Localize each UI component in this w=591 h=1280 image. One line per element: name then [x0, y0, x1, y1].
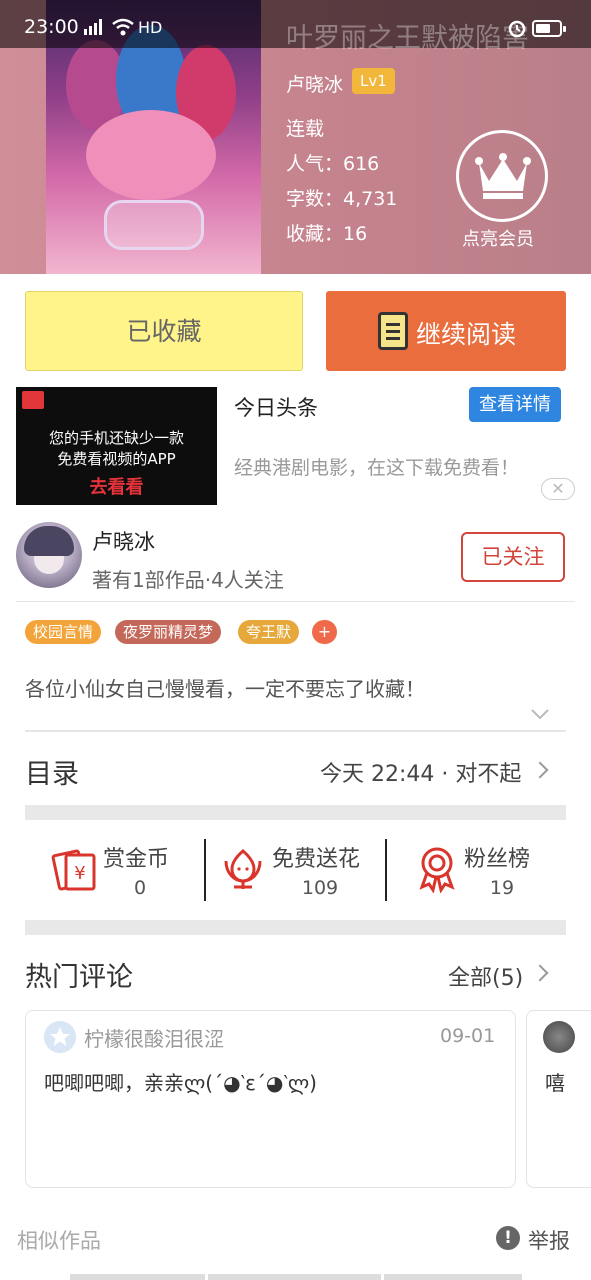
add-tag-button[interactable]: +	[312, 620, 337, 644]
stat-flower-label[interactable]: 免费送花	[272, 841, 360, 873]
wifi-icon	[112, 18, 134, 36]
divider	[385, 839, 387, 901]
ad-detail-button[interactable]: 查看详情	[469, 387, 561, 422]
hot-comments-title: 热门评论	[25, 962, 133, 993]
comment-username[interactable]: 柠檬很酸泪很涩	[84, 1023, 224, 1052]
book-title: 叶罗丽之王默被陷害	[286, 23, 529, 54]
vip-label[interactable]: 点亮会员	[462, 225, 534, 251]
book-word-count: 字数：4,731	[286, 188, 398, 210]
comment-date: 09-01	[440, 1025, 496, 1047]
comment-card[interactable]: 柠檬很酸泪很涩 09-01 吧唧吧唧，亲亲ლ(´◕‵ε´◕‵ლ)	[25, 1010, 516, 1188]
ad-image-cta: 去看看	[89, 477, 144, 498]
all-comments-link[interactable]: 全部(5)	[448, 960, 523, 992]
continue-reading-label: 继续阅读	[416, 320, 517, 349]
similar-work-thumb[interactable]	[70, 1274, 205, 1280]
crown-icon	[475, 153, 531, 199]
red-envelope-icon[interactable]: ¥	[50, 843, 100, 893]
book-detail-page: 23:00 HD 叶罗丽之王默被陷害 卢晓冰 Lv1 连载 人气：616 字数：…	[0, 0, 591, 1280]
divider	[25, 730, 566, 732]
author-meta: 著有1部作品·4人关注	[92, 568, 284, 592]
medal-icon[interactable]	[412, 843, 462, 893]
ad-image-line2: 免费看视频的APP	[57, 450, 176, 468]
tag-yeluoli[interactable]: 夜罗丽精灵梦	[115, 620, 222, 644]
comment-avatar	[543, 1021, 575, 1053]
stat-reward-value: 0	[133, 877, 147, 899]
author-name[interactable]: 卢晓冰	[92, 526, 155, 556]
star-avatar-icon	[44, 1021, 76, 1053]
ad-description[interactable]: 经典港剧电影，在这下载免费看！	[234, 453, 519, 480]
vip-crown-button[interactable]	[456, 130, 548, 222]
divider	[16, 601, 575, 602]
divider	[204, 839, 206, 901]
follow-button[interactable]: 已关注	[461, 532, 565, 582]
book-popularity: 人气：616	[286, 153, 380, 175]
book-description: 各位小仙女自己慢慢看，一定不要忘了收藏！	[25, 677, 425, 701]
author-level-badge: Lv1	[352, 68, 395, 94]
tag-wangmo[interactable]: 夸王默	[238, 620, 300, 644]
ad-image[interactable]: 您的手机还缺少一款 免费看视频的APP 去看看	[16, 387, 217, 505]
stat-fans-value: 19	[489, 877, 515, 899]
status-hd: HD	[138, 18, 163, 37]
similar-work-thumb[interactable]	[384, 1274, 522, 1280]
toutiao-logo-icon	[22, 391, 44, 409]
book-status: 连载	[286, 118, 325, 140]
chevron-right-icon[interactable]	[531, 761, 549, 779]
ad-title[interactable]: 今日头条	[234, 392, 318, 422]
catalog-title[interactable]: 目录	[25, 752, 79, 791]
similar-work-thumb[interactable]	[208, 1274, 381, 1280]
report-button[interactable]: 举报	[528, 1225, 570, 1255]
comment-text: 吧唧吧唧，亲亲ლ(´◕‵ε´◕‵ლ)	[44, 1071, 317, 1095]
stat-flower-value: 109	[301, 877, 339, 899]
author-avatar[interactable]	[16, 522, 82, 588]
book-favorites: 收藏：16	[286, 223, 368, 245]
comment-card[interactable]: 嘻	[526, 1010, 591, 1188]
catalog-latest-chapter[interactable]: 今天 22:44 · 对不起	[320, 756, 521, 788]
ad-image-line1: 您的手机还缺少一款	[48, 429, 184, 447]
stat-fans-label[interactable]: 粉丝榜	[464, 841, 530, 873]
comment-text: 嘻	[545, 1071, 565, 1095]
book-header: 23:00 HD 叶罗丽之王默被陷害 卢晓冰 Lv1 连载 人气：616 字数：…	[0, 0, 591, 274]
chevron-down-icon[interactable]	[530, 704, 550, 724]
section-separator	[25, 805, 566, 820]
signal-icon	[84, 19, 102, 35]
flower-icon[interactable]	[218, 843, 268, 893]
collected-button[interactable]: 已收藏	[25, 291, 303, 371]
book-author[interactable]: 卢晓冰	[286, 70, 343, 97]
svg-text:¥: ¥	[74, 863, 85, 884]
stat-reward-label[interactable]: 赏金币	[103, 841, 169, 873]
chevron-right-icon[interactable]	[531, 964, 549, 982]
continue-reading-button[interactable]: 继续阅读	[326, 291, 566, 371]
report-icon[interactable]: !	[496, 1226, 520, 1250]
status-time: 23:00	[24, 16, 79, 38]
similar-works-label: 相似作品	[17, 1229, 101, 1253]
book-icon	[378, 312, 408, 350]
ad-close-icon[interactable]: ✕	[541, 478, 575, 500]
cover-figure	[86, 110, 216, 200]
tag-campus-romance[interactable]: 校园言情	[25, 620, 102, 644]
cover-logo	[104, 200, 204, 250]
section-separator	[25, 920, 566, 935]
